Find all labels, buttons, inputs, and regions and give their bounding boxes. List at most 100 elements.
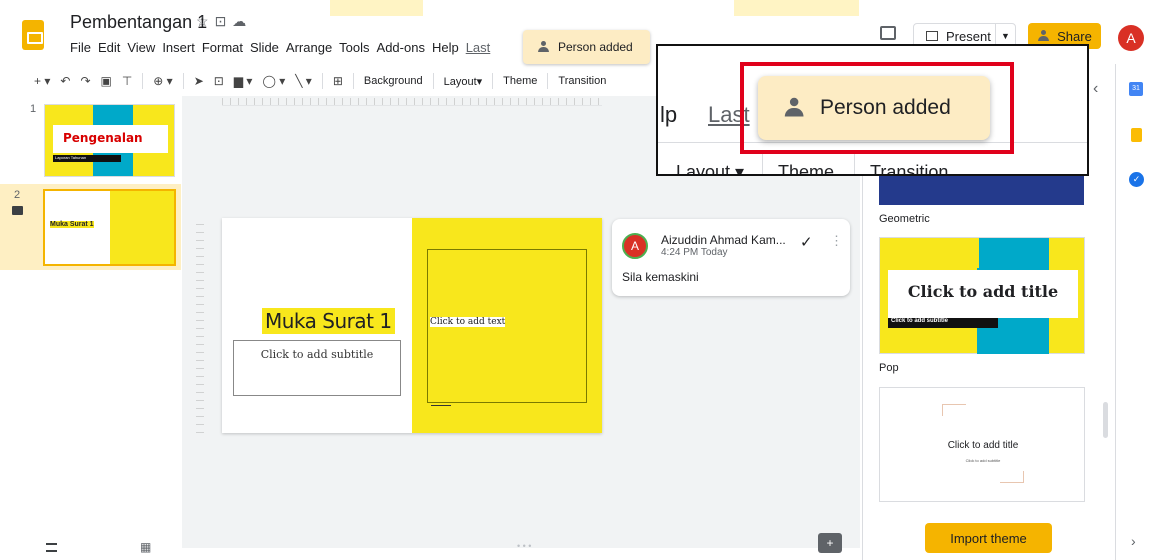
thumb-title: Muka Surat 1 (50, 221, 94, 228)
theme-label-pop: Pop (879, 362, 899, 374)
thumb-title: Pengenalan (63, 131, 143, 145)
person-added-toast: Person added (523, 30, 650, 64)
menu-addons[interactable]: Add-ons (377, 40, 425, 55)
comments-icon[interactable] (880, 26, 896, 40)
toast-text: Person added (558, 40, 633, 54)
image-icon[interactable]: ▆ ▾ (234, 74, 253, 88)
title-actions[interactable]: ☆⊡☁ (196, 13, 252, 30)
menu-format[interactable]: Format (202, 40, 243, 55)
zoom-transition-tab: Transition (870, 162, 949, 176)
line-icon[interactable]: ╲ ▾ (295, 74, 312, 88)
shape-icon[interactable]: ◯ ▾ (262, 74, 285, 88)
resolve-check-icon[interactable]: ✓ (800, 233, 813, 251)
theme-thumbnail-pop[interactable]: Click to add title Click to add subtitle (879, 387, 1085, 502)
menu-file[interactable]: File (70, 40, 91, 55)
share-label: Share (1057, 28, 1092, 44)
import-theme-button[interactable]: Import theme (925, 523, 1052, 553)
filmstrip-view-icon[interactable] (46, 543, 57, 552)
menu-insert[interactable]: Insert (162, 40, 195, 55)
geometric-subtitle: Click to add subtitle (888, 318, 998, 328)
present-icon (926, 31, 938, 41)
share-person-icon (1037, 30, 1051, 41)
theme-thumbnail-geometric[interactable]: Click to add title Click to add subtitle (879, 237, 1085, 354)
thumb-subtitle: Laporan Tahunan (53, 155, 121, 162)
account-avatar[interactable]: A (1118, 25, 1144, 51)
expand-panel-icon[interactable]: › (1131, 533, 1136, 549)
subtitle-placeholder[interactable]: Click to add subtitle (233, 340, 401, 396)
toolbar-divider (182, 73, 184, 89)
print-icon[interactable]: ▣ (101, 74, 112, 88)
redo-icon[interactable]: ↷ (80, 74, 90, 88)
new-slide-icon[interactable]: + ▾ (34, 74, 50, 88)
keep-icon[interactable] (1131, 128, 1142, 142)
zoom-theme-tab: Theme (778, 162, 835, 176)
toolbar: + ▾ ↶ ↷ ▣ ⊤ ⊕ ▾ ➤ ⊡ ▆ ▾ ◯ ▾ ╲ ▾ ⊞ Backgr… (34, 70, 606, 92)
person-icon (537, 41, 551, 52)
close-panel-icon[interactable]: ‹ (1093, 80, 1098, 98)
document-title[interactable]: Pembentangan 1 (70, 12, 207, 33)
pop-subtitle: Click to add subtitle (965, 458, 1001, 463)
cloud-status-icon: ☁ (232, 13, 253, 29)
comment-indicator-icon (12, 206, 23, 215)
pop-title: Click to add title (947, 440, 1019, 451)
text-box-icon[interactable]: ⊡ (214, 74, 224, 88)
slide-thumbnail-2[interactable]: Muka Surat 1 (43, 189, 176, 266)
comment-avatar: A (622, 233, 648, 259)
undo-icon[interactable]: ↶ (60, 74, 70, 88)
panel-scrollbar[interactable] (1103, 402, 1108, 438)
vertical-ruler (196, 218, 204, 433)
transition-button[interactable]: Transition (558, 75, 606, 87)
last-edit-link[interactable]: Last (466, 40, 491, 55)
menu-tools[interactable]: Tools (339, 40, 369, 55)
add-comment-icon[interactable]: ⊞ (333, 74, 343, 88)
comment-time: 4:24 PM Today (661, 247, 728, 258)
slide-number-line (431, 405, 451, 406)
comment-card[interactable]: A Aizuddin Ahmad Kam... 4:24 PM Today ✓ … (612, 219, 850, 296)
speaker-notes-handle[interactable]: • • • (517, 541, 531, 551)
present-label: Present (946, 28, 991, 44)
comment-author: Aizuddin Ahmad Kam... (661, 233, 786, 247)
slide-title[interactable]: Muka Surat 1 (262, 308, 395, 334)
tasks-icon[interactable]: ✓ (1129, 172, 1144, 187)
menu-bar: File Edit View Insert Format Slide Arran… (70, 40, 490, 55)
top-highlight-strip (734, 0, 859, 16)
menu-arrange[interactable]: Arrange (286, 40, 332, 55)
slide-number: 2 (14, 189, 21, 201)
menu-view[interactable]: View (127, 40, 155, 55)
explore-icon[interactable]: + (818, 533, 842, 553)
top-highlight-strip (330, 0, 423, 16)
toolbar-divider (432, 73, 434, 89)
toolbar-divider (352, 73, 354, 89)
toolbar-divider (321, 73, 323, 89)
toolbar-divider (492, 73, 494, 89)
zoom-left-text: lp (660, 102, 678, 127)
grid-view-icon[interactable]: ▦ (140, 540, 151, 554)
calendar-icon[interactable]: 31 (1129, 82, 1143, 96)
toolbar-divider (142, 73, 144, 89)
menu-edit[interactable]: Edit (98, 40, 120, 55)
menu-slide[interactable]: Slide (250, 40, 279, 55)
move-folder-icon[interactable]: ⊡ (215, 13, 233, 29)
slides-logo-icon[interactable] (22, 20, 44, 50)
more-options-icon[interactable]: ⋮ (830, 233, 843, 249)
slide-thumbnail-1[interactable]: Pengenalan Laporan Tahunan (44, 104, 175, 177)
zoom-icon[interactable]: ⊕ ▾ (153, 74, 172, 88)
zoom-tab-divider (762, 152, 763, 174)
select-icon[interactable]: ➤ (194, 74, 204, 88)
menu-help[interactable]: Help (432, 40, 459, 55)
theme-label-geometric: Geometric (879, 213, 930, 225)
background-button[interactable]: Background (364, 75, 423, 87)
zoom-tab-divider (854, 152, 855, 174)
theme-button[interactable]: Theme (503, 75, 537, 87)
layout-button[interactable]: Layout▾ (444, 75, 483, 88)
toolbar-divider (547, 73, 549, 89)
comment-text: Sila kemaskini (622, 270, 699, 284)
zoom-layout-tab: Layout ▾ (676, 162, 745, 176)
star-icon[interactable]: ☆ (196, 13, 215, 29)
slide-number: 1 (30, 103, 37, 115)
highlight-annotation-box (740, 62, 1014, 154)
geometric-title: Click to add title (907, 282, 1059, 301)
paint-format-icon[interactable]: ⊤ (122, 74, 132, 88)
text-placeholder: Click to add text (430, 317, 506, 327)
theme-thumbnail-previous[interactable] (879, 176, 1084, 205)
